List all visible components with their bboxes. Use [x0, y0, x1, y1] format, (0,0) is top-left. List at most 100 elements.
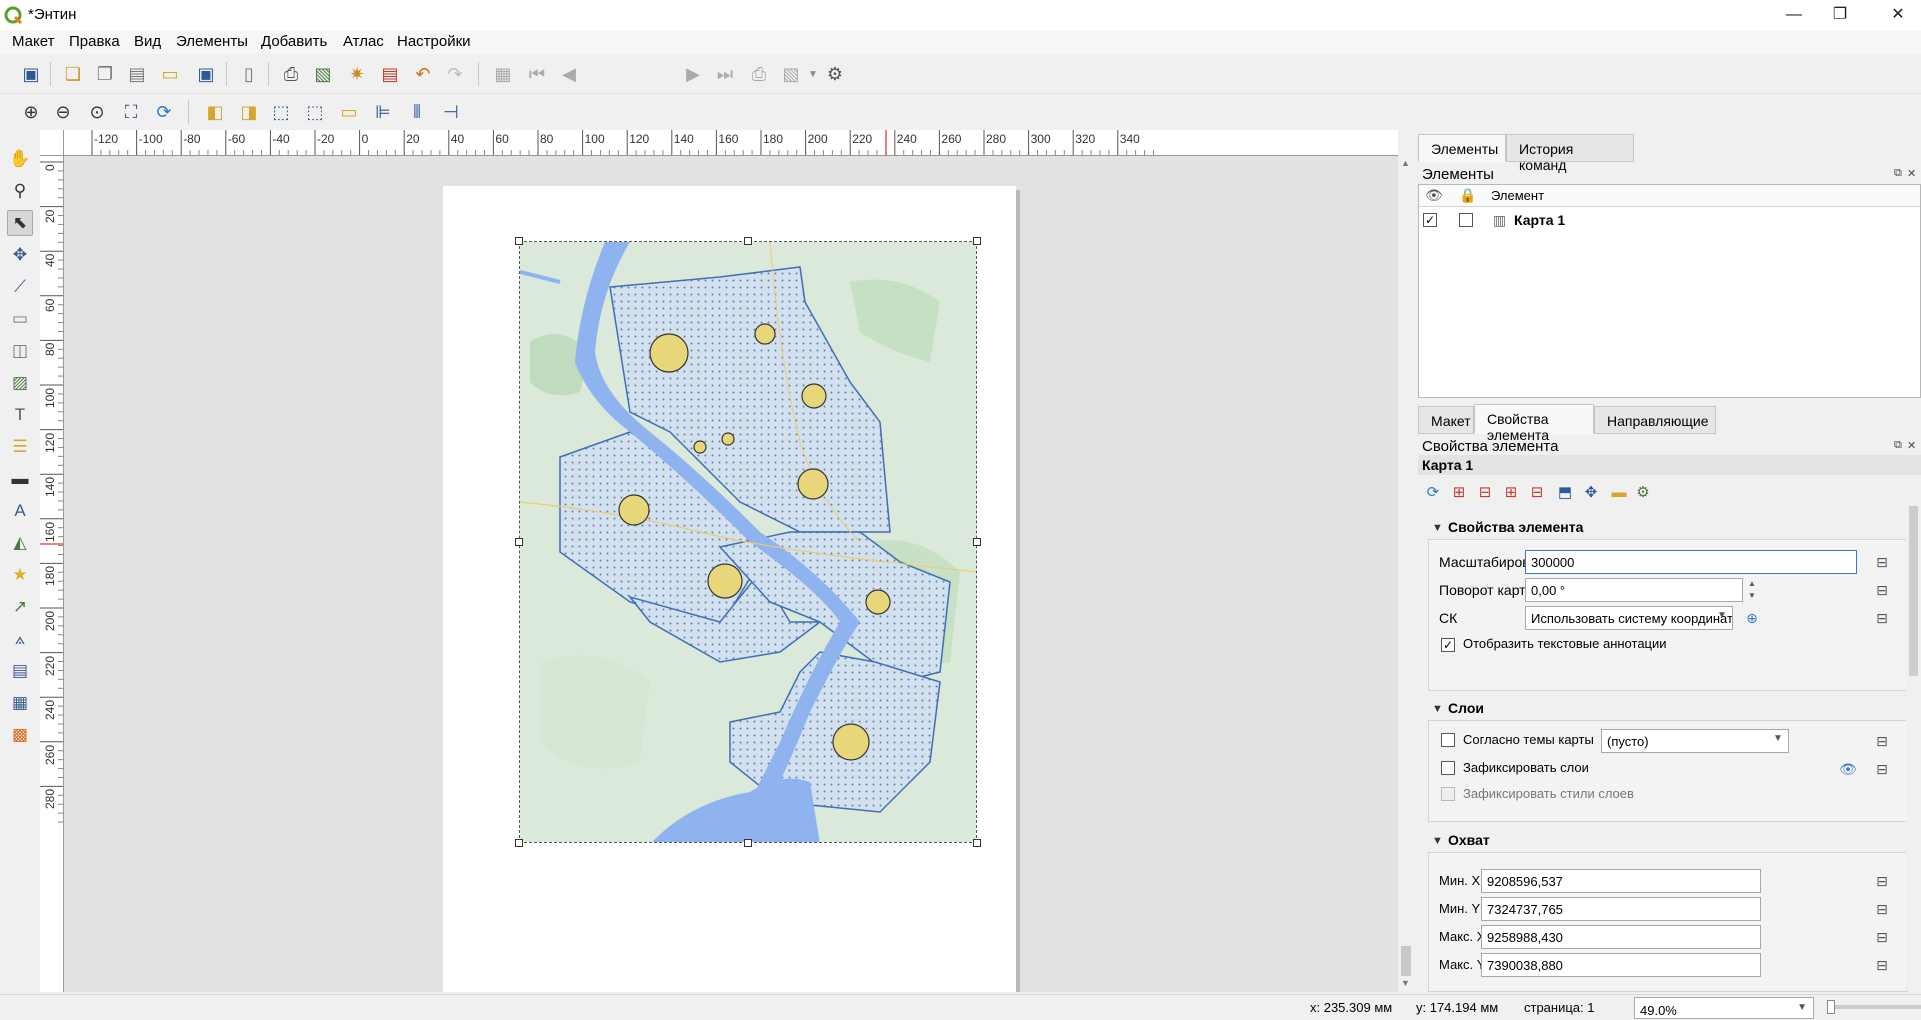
distribute-items-icon[interactable]: ⫴ [404, 99, 430, 125]
clipping-settings-icon[interactable]: ⚙ [1630, 479, 1656, 505]
map-theme-select[interactable]: (пусто) [1601, 729, 1789, 753]
zoom-full-icon[interactable]: ⛶ [118, 99, 144, 125]
data-defined-override-icon[interactable]: ⊟ [1869, 606, 1895, 630]
min-x-input[interactable]: 9208596,537 [1481, 869, 1761, 893]
float-dock-icon[interactable]: ⧉ [1894, 167, 1902, 180]
refresh-icon[interactable]: ⟳ [151, 99, 177, 125]
add-picture-icon[interactable]: ▨ [7, 370, 33, 396]
atlas-prev-icon[interactable]: ◀ [556, 61, 582, 87]
scroll-thumb[interactable] [1401, 946, 1411, 976]
page-setup-icon[interactable]: ▯ [236, 61, 262, 87]
atlas-print-icon[interactable]: ⎙ [746, 61, 772, 87]
data-defined-override-icon[interactable]: ⊟ [1869, 869, 1895, 893]
close-dock-icon[interactable]: ✕ [1907, 439, 1916, 452]
add-north-arrow-icon[interactable]: A [7, 498, 33, 524]
section-item-properties[interactable]: Свойства элемента [1448, 519, 1583, 535]
export-svg-icon[interactable]: ✷ [344, 61, 370, 87]
rotation-input[interactable]: 0,00 ° [1525, 578, 1743, 602]
redo-icon[interactable]: ↷ [442, 61, 468, 87]
follow-theme-checkbox[interactable] [1441, 733, 1455, 747]
pan-hand-icon[interactable]: ✋ [7, 146, 33, 172]
export-pdf-icon[interactable]: ▤ [377, 61, 403, 87]
add-arrow-icon[interactable]: ↗ [7, 594, 33, 620]
vertical-ruler[interactable]: 0 20 40 60 80 100 120 140 160 180 200 220 240 260 280 [40, 156, 64, 992]
view-scale-icon[interactable]: ⊟ [1524, 479, 1550, 505]
menu-items[interactable]: Элементы [176, 33, 248, 50]
data-defined-override-icon[interactable]: ⊟ [1869, 729, 1895, 753]
add-attribute-table-icon[interactable]: ▦ [7, 690, 33, 716]
atlas-settings-icon[interactable]: ⚙ [822, 61, 848, 87]
minimize-button[interactable]: — [1771, 0, 1817, 30]
add-3d-map-icon[interactable]: ◫ [7, 338, 33, 364]
scroll-up-icon[interactable]: ▲ [1401, 158, 1410, 168]
atlas-last-icon[interactable]: ⏭ [712, 61, 738, 87]
float-dock-icon[interactable]: ⧉ [1894, 439, 1902, 452]
add-map-icon[interactable]: ▭ [7, 306, 33, 332]
atlas-next-icon[interactable]: ▶ [680, 61, 706, 87]
select-move-icon[interactable]: ⬉ [7, 210, 33, 236]
data-defined-override-icon[interactable]: ⊟ [1869, 897, 1895, 921]
label-settings-icon[interactable]: ▬ [1606, 479, 1632, 505]
open-folder-icon[interactable]: ▭ [157, 61, 183, 87]
items-list[interactable]: 👁 🔒 Элемент ✓ ▥ Карта 1 [1418, 184, 1921, 398]
lower-item-icon[interactable]: ◨ [236, 99, 262, 125]
canvas-vertical-scrollbar[interactable]: ▲ ▼ [1398, 156, 1414, 992]
chevron-down-icon[interactable]: ▼ [1797, 1002, 1807, 1013]
data-defined-override-icon[interactable]: ⊟ [1869, 925, 1895, 949]
tab-items[interactable]: Элементы [1418, 134, 1506, 162]
resize-handle[interactable] [515, 237, 523, 245]
lock-items-icon[interactable]: ▭ [336, 99, 362, 125]
collapse-arrow-icon[interactable]: ▼ [1432, 522, 1443, 534]
undo-icon[interactable]: ↶ [410, 61, 436, 87]
section-extent[interactable]: Охват [1448, 832, 1490, 848]
spin-arrows-icon[interactable]: ▲ ▼ [1745, 578, 1759, 602]
align-items-icon[interactable]: ⊫ [370, 99, 396, 125]
lock-layers-checkbox[interactable] [1441, 761, 1455, 775]
lock-styles-checkbox[interactable] [1441, 787, 1455, 801]
edit-nodes-icon[interactable]: ⟋ [7, 274, 33, 300]
data-defined-override-icon[interactable]: ⊟ [1869, 757, 1895, 781]
atlas-preview-icon[interactable]: ▦ [490, 61, 516, 87]
set-extent-icon[interactable]: ⊞ [1446, 479, 1472, 505]
map-item[interactable] [519, 241, 977, 843]
zoom-in-icon[interactable]: ⊕ [18, 99, 44, 125]
menu-add[interactable]: Добавить [261, 33, 327, 50]
print-icon[interactable]: ⎙ [278, 61, 304, 87]
zoom-actual-icon[interactable]: ⊙ [84, 99, 110, 125]
scale-input[interactable]: 300000 [1525, 550, 1857, 574]
ungroup-items-icon[interactable]: ⬚ [302, 99, 328, 125]
item-lock-checkbox[interactable] [1459, 213, 1473, 227]
export-image-icon[interactable]: ▧ [310, 61, 336, 87]
add-node-item-icon[interactable]: ⟑ [7, 626, 33, 652]
zoom-slider-handle[interactable] [1827, 1000, 1835, 1014]
resize-handle[interactable] [744, 839, 752, 847]
restore-button[interactable]: ❐ [1817, 0, 1863, 30]
section-layers[interactable]: Слои [1448, 700, 1484, 716]
new-layout-icon[interactable]: ❏ [60, 61, 86, 87]
show-annotations-checkbox[interactable]: ✓ [1441, 638, 1455, 652]
refresh-icon[interactable]: ⟳ [1420, 479, 1446, 505]
add-label-icon[interactable]: T [7, 402, 33, 428]
add-shape-icon[interactable]: ◭ [7, 530, 33, 556]
resize-handle[interactable] [744, 237, 752, 245]
bookmark-icon[interactable]: ⬒ [1552, 479, 1578, 505]
min-y-input[interactable]: 7324737,765 [1481, 897, 1761, 921]
chevron-down-icon[interactable]: ▼ [1717, 610, 1727, 621]
max-x-input[interactable]: 9258988,430 [1481, 925, 1761, 949]
collapse-arrow-icon[interactable]: ▼ [1432, 835, 1443, 847]
move-content-icon[interactable]: ✥ [1578, 479, 1604, 505]
scroll-thumb[interactable] [1909, 506, 1918, 676]
data-defined-override-icon[interactable]: ⊟ [1869, 578, 1895, 602]
save-icon[interactable]: ▣ [18, 61, 44, 87]
atlas-first-icon[interactable]: ⏮ [524, 61, 550, 87]
item-visible-checkbox[interactable]: ✓ [1423, 213, 1437, 227]
resize-items-icon[interactable]: ⊣ [438, 99, 464, 125]
move-content-icon[interactable]: ✥ [7, 242, 33, 268]
zoom-combobox[interactable]: 49.0% ▼ [1634, 997, 1814, 1019]
max-y-input[interactable]: 7390038,880 [1481, 953, 1761, 977]
add-html-icon[interactable]: ▤ [7, 658, 33, 684]
group-items-icon[interactable]: ⬚ [268, 99, 294, 125]
crs-globe-icon[interactable]: ⊕ [1739, 606, 1765, 630]
menu-view[interactable]: Вид [134, 33, 161, 50]
duplicate-layout-icon[interactable]: ❐ [92, 61, 118, 87]
